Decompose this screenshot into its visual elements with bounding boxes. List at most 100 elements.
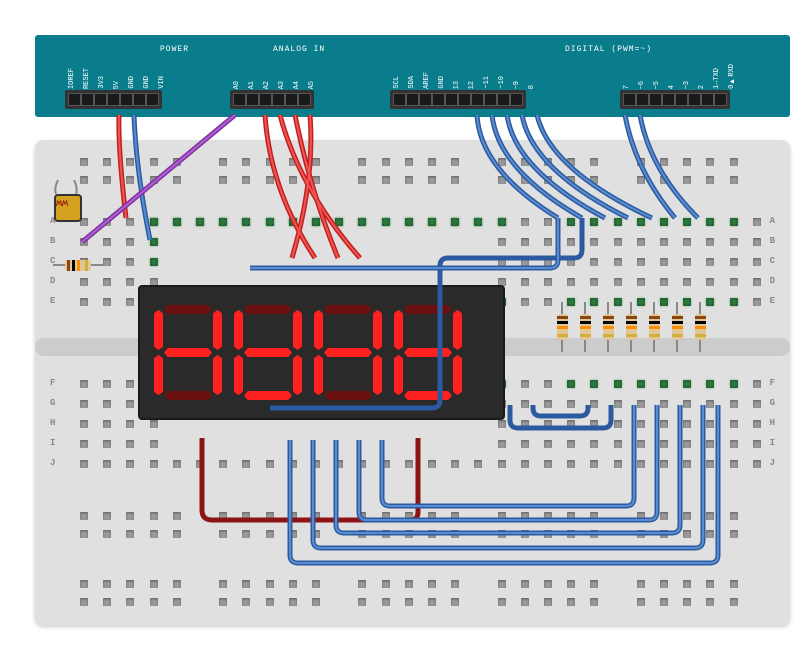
resistor-segment-6: [693, 302, 708, 352]
pin-label: 13: [453, 81, 461, 89]
pin-label: 3V3: [98, 76, 106, 89]
row-label: E: [50, 296, 55, 306]
segment-d: [244, 391, 292, 400]
row-label: B: [50, 236, 55, 246]
resistor-segment-0: [555, 302, 570, 352]
pin-label: 1→TXD: [713, 68, 721, 89]
pin-label: VIN: [158, 76, 166, 89]
pin-3v3: [94, 93, 107, 106]
segment-c: [213, 355, 222, 395]
pin-1: [701, 93, 714, 106]
pin-label: IOREF: [68, 68, 76, 89]
pin-label: 7: [623, 85, 631, 89]
pin-ioref: [68, 93, 81, 106]
pin-scl: [393, 93, 406, 106]
resistor-ldr-divider: [53, 258, 103, 273]
digit-2: [314, 305, 382, 400]
pin-label: AREF: [423, 72, 431, 89]
pin-label: 8: [528, 85, 536, 89]
photoresistor-ldr: ʍʍ: [50, 180, 82, 222]
pin-8: [510, 93, 523, 106]
pin-label: GND: [128, 76, 136, 89]
pin-label: SCL: [393, 76, 401, 89]
pin-sda: [406, 93, 419, 106]
pin-2: [688, 93, 701, 106]
segment-c: [453, 355, 462, 395]
segment-g: [404, 348, 452, 357]
pin-label: RESET: [83, 68, 91, 89]
power-pins: [65, 90, 162, 109]
digital-pins-high: [390, 90, 526, 109]
row-label: F: [50, 378, 55, 388]
pin-vin: [146, 93, 159, 106]
arduino-board: POWER ANALOG IN DIGITAL (PWM=~) // pin l…: [35, 35, 790, 117]
digital-section-label: DIGITAL (PWM=~): [565, 45, 652, 54]
pin-label: ~5: [653, 81, 661, 89]
segment-a: [324, 305, 372, 314]
segment-e: [154, 355, 163, 395]
pin-label: ~6: [638, 81, 646, 89]
pin-label: A4: [293, 81, 301, 89]
segment-d: [164, 391, 212, 400]
pin-3: [675, 93, 688, 106]
pin-label: ~3: [683, 81, 691, 89]
pin-label: A0: [233, 81, 241, 89]
pin-reset: [81, 93, 94, 106]
pin-7: [623, 93, 636, 106]
pin-4: [662, 93, 675, 106]
pin-11: [471, 93, 484, 106]
pin-a0: [233, 93, 246, 106]
pin-label: ~10: [498, 76, 506, 89]
pin-label: ~11: [483, 76, 491, 89]
segment-d: [404, 391, 452, 400]
resistor-segment-3: [624, 302, 639, 352]
segment-g: [164, 348, 212, 357]
segment-a: [164, 305, 212, 314]
segment-f: [234, 310, 243, 350]
resistor-segment-4: [647, 302, 662, 352]
pin-label: A2: [263, 81, 271, 89]
pin-label: ~9: [513, 81, 521, 89]
pin-label: 12: [468, 81, 476, 89]
segment-a: [404, 305, 452, 314]
resistor-segment-5: [670, 302, 685, 352]
segment-g: [324, 348, 372, 357]
pin-5v: [107, 93, 120, 106]
pin-a4: [285, 93, 298, 106]
pin-label: A3: [278, 81, 286, 89]
pin-12: [458, 93, 471, 106]
pin-9: [497, 93, 510, 106]
segment-a: [244, 305, 292, 314]
pin-label: SDA: [408, 76, 416, 89]
pin-label: 5V: [113, 81, 121, 89]
digit-0: [154, 305, 222, 400]
segment-f: [314, 310, 323, 350]
pin-gnd-d: [432, 93, 445, 106]
segment-e: [234, 355, 243, 395]
segment-b: [453, 310, 462, 350]
segment-d: [324, 391, 372, 400]
segment-c: [293, 355, 302, 395]
segment-f: [154, 310, 163, 350]
pin-label: GND: [438, 76, 446, 89]
pin-13: [445, 93, 458, 106]
power-section-label: POWER: [160, 45, 189, 54]
pin-0: [714, 93, 727, 106]
resistor-segment-2: [601, 302, 616, 352]
pin-aref: [419, 93, 432, 106]
segment-e: [314, 355, 323, 395]
pin-label: A1: [248, 81, 256, 89]
pin-label: GND: [143, 76, 151, 89]
segment-b: [213, 310, 222, 350]
row-label: I: [50, 438, 55, 448]
pin-a2: [259, 93, 272, 106]
row-label: H: [50, 418, 55, 428]
segment-c: [373, 355, 382, 395]
pin-a5: [298, 93, 311, 106]
segment-f: [394, 310, 403, 350]
pin-gnd1: [120, 93, 133, 106]
pin-gnd2: [133, 93, 146, 106]
resistor-segment-1: [578, 302, 593, 352]
pin-label: 4: [668, 85, 676, 89]
segment-g: [244, 348, 292, 357]
